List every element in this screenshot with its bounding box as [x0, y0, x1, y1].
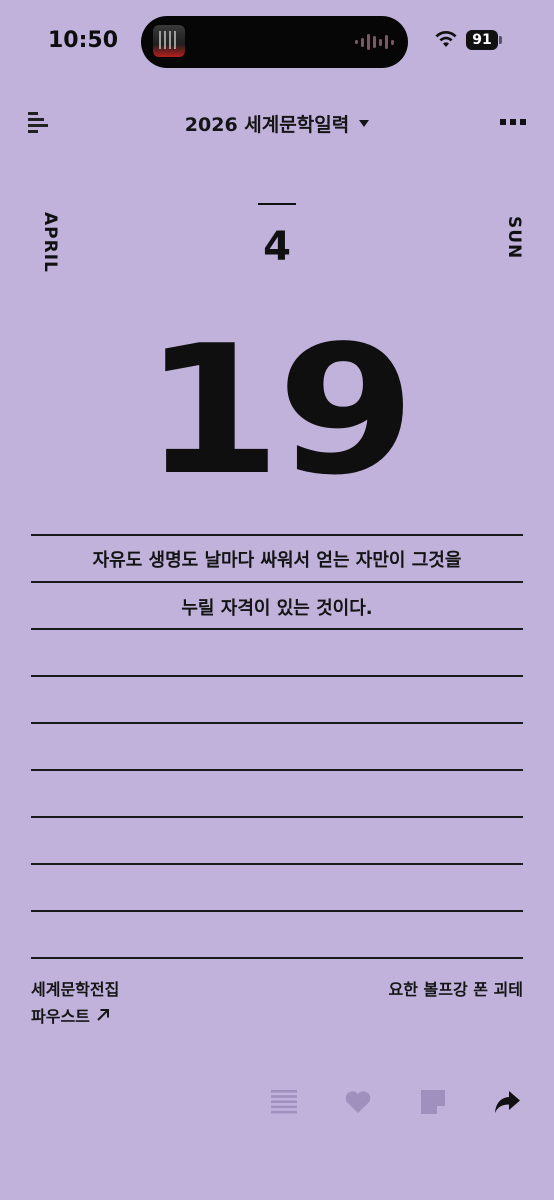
chevron-down-icon — [359, 120, 370, 127]
ruled-line — [31, 628, 523, 630]
note-icon[interactable] — [418, 1087, 448, 1117]
ruled-line — [31, 675, 523, 677]
book-series: 세계문학전집 — [31, 980, 120, 999]
status-time: 10:50 — [48, 28, 119, 53]
ruled-line — [31, 722, 523, 724]
share-icon[interactable] — [492, 1087, 522, 1117]
list-icon[interactable] — [269, 1087, 299, 1117]
audio-waveform-icon — [355, 33, 394, 51]
ruled-line — [31, 863, 523, 865]
month-number: 4 — [263, 224, 291, 270]
arrow-up-right-icon — [97, 1009, 109, 1021]
ruled-line — [31, 581, 523, 583]
work-link[interactable]: 파우스트 — [31, 1003, 110, 1027]
ruled-line — [31, 957, 523, 959]
ruled-line — [31, 816, 523, 818]
calendar-title-dropdown[interactable]: 2026 세계문학일력 — [184, 110, 370, 137]
dynamic-island[interactable] — [141, 16, 408, 68]
now-playing-artwork — [153, 25, 185, 57]
ruled-line — [31, 534, 523, 536]
ruled-line — [31, 769, 523, 771]
day-number: 19 — [142, 307, 416, 514]
calendar-title: 2026 세계문학일력 — [184, 114, 350, 136]
quote-line-1: 자유도 생명도 날마다 싸워서 얻는 자만이 그것을 — [92, 550, 462, 571]
month-divider — [258, 203, 296, 205]
author-name: 요한 볼프강 폰 괴테 — [388, 980, 523, 999]
wifi-icon — [435, 31, 457, 47]
battery-cap — [499, 36, 502, 44]
ruled-line — [31, 910, 523, 912]
work-title: 파우스트 — [31, 1007, 90, 1026]
heart-icon[interactable] — [343, 1087, 373, 1117]
more-icon[interactable] — [500, 119, 526, 125]
quote-line-2: 누릴 자격이 있는 것이다. — [181, 598, 373, 619]
battery-icon: 91 — [466, 30, 498, 50]
